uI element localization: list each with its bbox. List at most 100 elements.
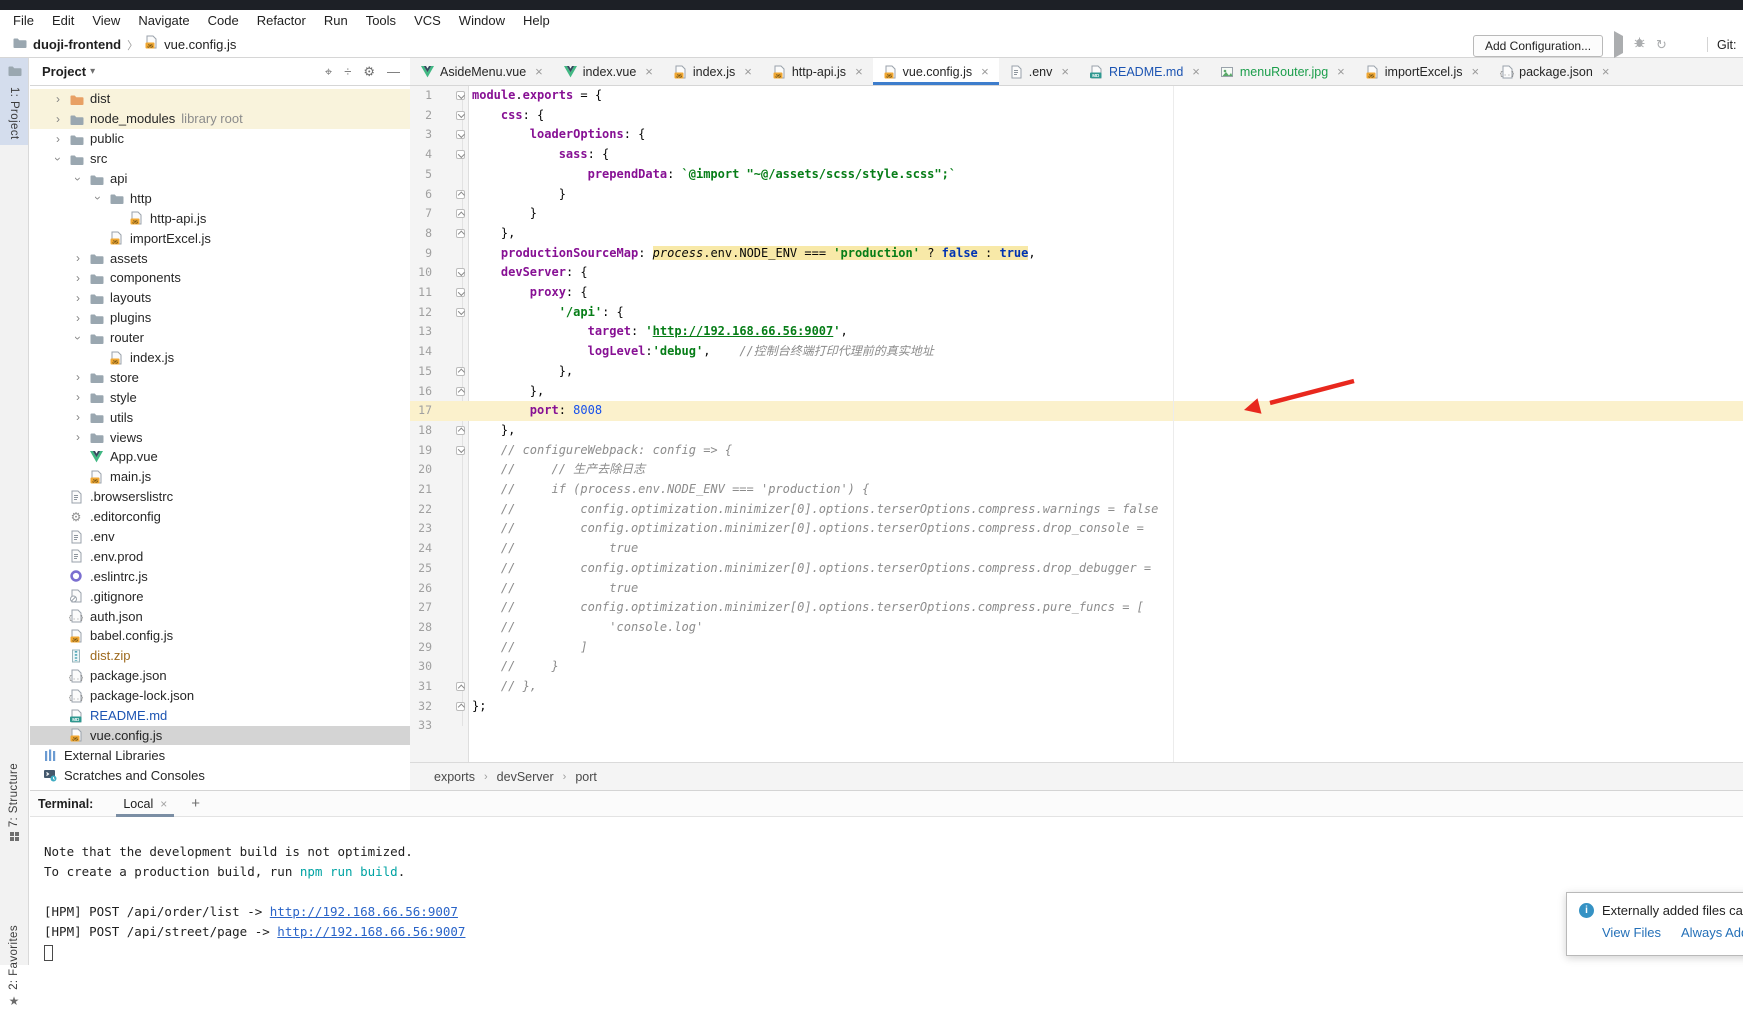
tree-item-scratches-and-consoles[interactable]: Scratches and Consoles xyxy=(30,765,410,785)
menu-code[interactable]: Code xyxy=(199,10,248,32)
code-line-22[interactable]: 22 // config.optimization.minimizer[0].o… xyxy=(410,500,1743,520)
line-number[interactable]: 18 xyxy=(410,421,432,441)
line-number[interactable]: 6 xyxy=(410,185,432,205)
line-number[interactable]: 15 xyxy=(410,362,432,382)
close-icon[interactable]: × xyxy=(855,64,863,79)
tree-item-.eslintrc.js[interactable]: .eslintrc.js xyxy=(30,566,410,586)
terminal-link[interactable]: http://192.168.66.56:9007 xyxy=(277,924,465,939)
tree-item-plugins[interactable]: ›plugins xyxy=(30,308,410,328)
tab-.env[interactable]: .env× xyxy=(999,58,1079,85)
code-line-3[interactable]: 3 loaderOptions: { xyxy=(410,125,1743,145)
tree-item-index.js[interactable]: JSindex.js xyxy=(30,348,410,368)
settings-icon[interactable]: ⚙ xyxy=(363,64,375,80)
tree-item-dist.zip[interactable]: dist.zip xyxy=(30,646,410,666)
tree-item-utils[interactable]: ›utils xyxy=(30,407,410,427)
fold-marker-icon[interactable] xyxy=(456,288,465,297)
close-icon[interactable]: × xyxy=(535,64,543,79)
line-number[interactable]: 17 xyxy=(410,401,432,421)
line-number[interactable]: 16 xyxy=(410,382,432,402)
stripe-button-project[interactable]: 1: Project xyxy=(0,58,28,145)
line-number[interactable]: 19 xyxy=(410,441,432,461)
breadcrumb-file[interactable]: vue.config.js xyxy=(164,37,236,52)
fold-marker-icon[interactable] xyxy=(456,91,465,100)
close-icon[interactable]: × xyxy=(1337,64,1345,79)
code-line-18[interactable]: 18 }, xyxy=(410,421,1743,441)
code-line-11[interactable]: 11 proxy: { xyxy=(410,283,1743,303)
editor-breadcrumb-exports[interactable]: exports xyxy=(434,770,475,784)
tree-item-.gitignore[interactable]: .gitignore xyxy=(30,586,410,606)
chevron-expanded-icon[interactable]: › xyxy=(71,173,85,185)
collapse-all-icon[interactable]: ÷ xyxy=(344,64,351,80)
chevron-expanded-icon[interactable]: › xyxy=(91,192,105,204)
line-number[interactable]: 7 xyxy=(410,204,432,224)
chevron-collapsed-icon[interactable]: › xyxy=(72,370,84,384)
code-line-8[interactable]: 8 }, xyxy=(410,224,1743,244)
line-number[interactable]: 32 xyxy=(410,697,432,717)
tree-item-.editorconfig[interactable]: ⚙.editorconfig xyxy=(30,507,410,527)
code-line-15[interactable]: 15 }, xyxy=(410,362,1743,382)
code-line-9[interactable]: 9 productionSourceMap: process.env.NODE_… xyxy=(410,244,1743,264)
line-number[interactable]: 25 xyxy=(410,559,432,579)
code-line-25[interactable]: 25 // config.optimization.minimizer[0].o… xyxy=(410,559,1743,579)
tree-item-node-modules[interactable]: ›node_moduleslibrary root xyxy=(30,109,410,129)
tree-item-store[interactable]: ›store xyxy=(30,367,410,387)
fold-marker-icon[interactable] xyxy=(456,682,465,691)
chevron-collapsed-icon[interactable]: › xyxy=(72,430,84,444)
menu-run[interactable]: Run xyxy=(315,10,357,32)
close-icon[interactable]: × xyxy=(160,797,167,811)
fold-marker-icon[interactable] xyxy=(456,229,465,238)
code-line-26[interactable]: 26 // true xyxy=(410,579,1743,599)
tree-item-views[interactable]: ›views xyxy=(30,427,410,447)
tree-item-package.json[interactable]: {..}package.json xyxy=(30,666,410,686)
tree-item-style[interactable]: ›style xyxy=(30,387,410,407)
tab-menurouter.jpg[interactable]: menuRouter.jpg× xyxy=(1210,58,1355,85)
code-line-28[interactable]: 28 // 'console.log' xyxy=(410,618,1743,638)
tree-item-src[interactable]: ›src xyxy=(30,149,410,169)
line-number[interactable]: 31 xyxy=(410,677,432,697)
close-icon[interactable]: × xyxy=(1192,64,1200,79)
line-number[interactable]: 23 xyxy=(410,519,432,539)
chevron-collapsed-icon[interactable]: › xyxy=(72,390,84,404)
fold-marker-icon[interactable] xyxy=(456,190,465,199)
chevron-down-icon[interactable]: ▾ xyxy=(90,66,95,77)
code-line-13[interactable]: 13 target: 'http://192.168.66.56:9007', xyxy=(410,322,1743,342)
tree-item-api[interactable]: ›api xyxy=(30,169,410,189)
line-number[interactable]: 9 xyxy=(410,244,432,264)
chevron-collapsed-icon[interactable]: › xyxy=(52,112,64,126)
chevron-collapsed-icon[interactable]: › xyxy=(72,271,84,285)
menu-help[interactable]: Help xyxy=(514,10,559,32)
menu-refactor[interactable]: Refactor xyxy=(248,10,315,32)
line-number[interactable]: 11 xyxy=(410,283,432,303)
editor-breadcrumb-devServer[interactable]: devServer xyxy=(497,770,554,784)
code-line-2[interactable]: 2 css: { xyxy=(410,106,1743,126)
notification-action-always-add[interactable]: Always Add xyxy=(1681,925,1743,940)
chevron-expanded-icon[interactable]: › xyxy=(71,332,85,344)
code-line-5[interactable]: 5 prependData: `@import "~@/assets/scss/… xyxy=(410,165,1743,185)
tree-item-babel.config.js[interactable]: JSbabel.config.js xyxy=(30,626,410,646)
tab-package.json[interactable]: {..}package.json× xyxy=(1489,58,1619,85)
editor-breadcrumb-port[interactable]: port xyxy=(575,770,597,784)
tree-item-layouts[interactable]: ›layouts xyxy=(30,288,410,308)
close-icon[interactable]: × xyxy=(645,64,653,79)
menu-view[interactable]: View xyxy=(83,10,129,32)
line-number[interactable]: 21 xyxy=(410,480,432,500)
fold-marker-icon[interactable] xyxy=(456,268,465,277)
fold-marker-icon[interactable] xyxy=(456,308,465,317)
fold-marker-icon[interactable] xyxy=(456,426,465,435)
tree-item-main.js[interactable]: JSmain.js xyxy=(30,467,410,487)
code-line-16[interactable]: 16 }, xyxy=(410,382,1743,402)
tree-item-components[interactable]: ›components xyxy=(30,268,410,288)
tree-item-public[interactable]: ›public xyxy=(30,129,410,149)
fold-marker-icon[interactable] xyxy=(456,150,465,159)
code-line-19[interactable]: 19 // configureWebpack: config => { xyxy=(410,441,1743,461)
code-line-10[interactable]: 10 devServer: { xyxy=(410,263,1743,283)
code-line-32[interactable]: 32}; xyxy=(410,697,1743,717)
tree-item-vue.config.js[interactable]: JSvue.config.js xyxy=(30,726,410,746)
tree-item-.env[interactable]: .env xyxy=(30,527,410,547)
chevron-collapsed-icon[interactable]: › xyxy=(72,410,84,424)
code-line-27[interactable]: 27 // config.optimization.minimizer[0].o… xyxy=(410,598,1743,618)
tree-item-app.vue[interactable]: App.vue xyxy=(30,447,410,467)
line-number[interactable]: 4 xyxy=(410,145,432,165)
fold-marker-icon[interactable] xyxy=(456,367,465,376)
fold-marker-icon[interactable] xyxy=(456,702,465,711)
